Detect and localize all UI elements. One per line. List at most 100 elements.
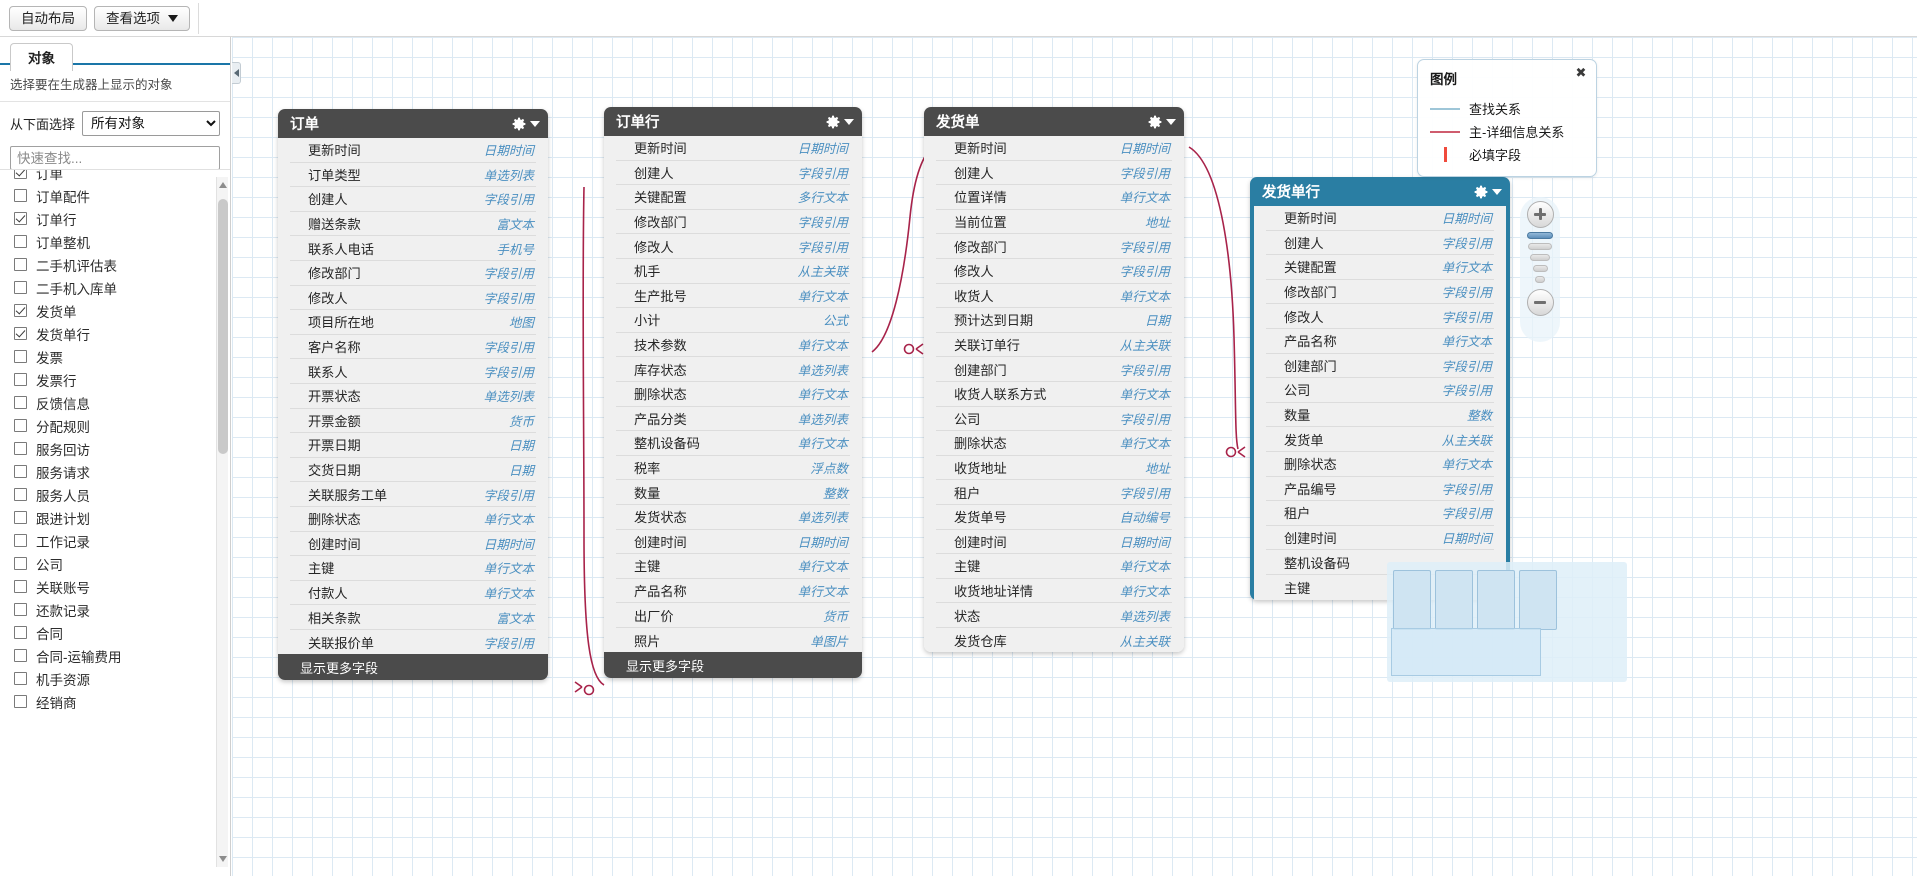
checkbox-icon[interactable] [14, 396, 27, 409]
checkbox-icon[interactable] [14, 488, 27, 501]
sidebar-object-item[interactable]: 二手机入库单 [0, 276, 230, 299]
entity-field-row[interactable]: 更新时间 日期时间 [936, 136, 1172, 161]
sidebar-object-item[interactable]: 订单行 [0, 207, 230, 230]
entity-field-row[interactable]: 状态 单选列表 [936, 603, 1172, 628]
checkbox-icon[interactable] [14, 373, 27, 386]
entity-field-row[interactable]: 出厂价 货币 [616, 603, 850, 628]
entity-field-row[interactable]: 创建部门 字段引用 [936, 357, 1172, 382]
entity-field-row[interactable]: 创建部门 字段引用 [1266, 354, 1494, 379]
sidebar-object-item[interactable]: 发货单 [0, 299, 230, 322]
entity-field-row[interactable]: 技术参数 单行文本 [616, 333, 850, 358]
entity-field-row[interactable]: 删除状态 单行文本 [616, 382, 850, 407]
object-list-scroll-area[interactable]: 订单 订单配件 订单行 订单整机 二手机评估表 二手机入库单 发货单 发货单行 发票 发票行 反馈信… [0, 169, 230, 876]
gear-icon[interactable] [825, 114, 841, 130]
entity-field-row[interactable]: 创建人 字段引用 [290, 187, 536, 212]
entity-field-row[interactable]: 租户 字段引用 [936, 480, 1172, 505]
checkbox-icon[interactable] [14, 557, 27, 570]
entity-card[interactable]: 发货单 更新时间 日期时间 创建人 字段引用 位置详情 单行文本 当前位置 地址 修改部门 字段引用… [924, 107, 1184, 653]
sidebar-object-item[interactable]: 订单配件 [0, 184, 230, 207]
entity-field-row[interactable]: 修改人 字段引用 [936, 259, 1172, 284]
tab-objects[interactable]: 对象 [10, 43, 73, 71]
entity-field-row[interactable]: 关联服务工单 字段引用 [290, 482, 536, 507]
zoom-level-1[interactable] [1527, 232, 1553, 239]
entity-field-row[interactable]: 公司 字段引用 [936, 407, 1172, 432]
entity-field-row[interactable]: 收货地址 地址 [936, 456, 1172, 481]
entity-field-row[interactable]: 产品名称 单行文本 [1266, 329, 1494, 354]
scrollbar-thumb[interactable] [218, 199, 228, 454]
checkbox-icon[interactable] [14, 350, 27, 363]
entity-card[interactable]: 订单行 更新时间 日期时间 创建人 字段引用 关键配置 多行文本 修改部门 字段引用 修改人 字段引… [604, 107, 862, 679]
entity-field-row[interactable]: 当前位置 地址 [936, 210, 1172, 235]
checkbox-icon[interactable] [14, 511, 27, 524]
sidebar-object-item[interactable]: 服务回访 [0, 437, 230, 460]
sidebar-object-item[interactable]: 机手资源 [0, 667, 230, 690]
chevron-down-icon[interactable] [844, 118, 854, 125]
entity-field-row[interactable]: 预计达到日期 日期 [936, 308, 1172, 333]
chevron-down-icon[interactable] [530, 120, 540, 127]
entity-field-row[interactable]: 订单类型 单选列表 [290, 163, 536, 188]
entity-field-row[interactable]: 创建时间 日期时间 [936, 530, 1172, 555]
entity-field-row[interactable]: 收货人 单行文本 [936, 284, 1172, 309]
entity-card-header[interactable]: 发货单行 [1250, 177, 1510, 206]
checkbox-checked-icon[interactable] [14, 327, 27, 340]
entity-field-row[interactable]: 数量 整数 [616, 480, 850, 505]
sidebar-object-item[interactable]: 合同-运输费用 [0, 644, 230, 667]
gear-icon[interactable] [1473, 184, 1489, 200]
checkbox-icon[interactable] [14, 672, 27, 685]
search-input[interactable] [10, 146, 220, 170]
checkbox-icon[interactable] [14, 603, 27, 616]
entity-field-row[interactable]: 产品分类 单选列表 [616, 407, 850, 432]
entity-field-row[interactable]: 数量 整数 [1266, 403, 1494, 428]
entity-field-row[interactable]: 关联订单行 从主关联 [936, 333, 1172, 358]
sidebar-object-item[interactable]: 二手机评估表 [0, 253, 230, 276]
checkbox-icon[interactable] [14, 580, 27, 593]
sidebar-object-item[interactable]: 工作记录 [0, 529, 230, 552]
entity-field-row[interactable]: 开票状态 单选列表 [290, 384, 536, 409]
entity-field-row[interactable]: 发货仓库 从主关联 [936, 628, 1172, 653]
zoom-level-4[interactable] [1532, 265, 1548, 272]
object-scope-select[interactable]: 所有对象 [82, 111, 220, 136]
checkbox-checked-icon[interactable] [14, 170, 27, 179]
sidebar-object-item[interactable]: 服务请求 [0, 460, 230, 483]
entity-field-row[interactable]: 修改人 字段引用 [616, 234, 850, 259]
entity-field-row[interactable]: 开票日期 日期 [290, 433, 536, 458]
sidebar-object-item[interactable]: 订单整机 [0, 230, 230, 253]
zoom-in-button[interactable] [1526, 201, 1554, 228]
entity-field-row[interactable]: 创建人 字段引用 [1266, 231, 1494, 256]
entity-field-row[interactable]: 开票金额 货币 [290, 409, 536, 434]
sidebar-collapse-handle[interactable] [232, 62, 241, 84]
gear-icon[interactable] [1147, 114, 1163, 130]
entity-field-row[interactable]: 删除状态 单行文本 [290, 507, 536, 532]
entity-field-row[interactable]: 关键配置 单行文本 [1266, 255, 1494, 280]
checkbox-icon[interactable] [14, 626, 27, 639]
checkbox-icon[interactable] [14, 534, 27, 547]
entity-field-row[interactable]: 创建人 字段引用 [936, 161, 1172, 186]
entity-field-row[interactable]: 客户名称 字段引用 [290, 335, 536, 360]
gear-icon[interactable] [511, 116, 527, 132]
scroll-down-icon[interactable] [219, 856, 227, 862]
entity-field-row[interactable]: 创建人 字段引用 [616, 161, 850, 186]
entity-field-row[interactable]: 修改人 字段引用 [290, 286, 536, 311]
entity-card[interactable]: 发货单行 更新时间 日期时间 创建人 字段引用 关键配置 单行文本 修改部门 字段引用 修改人 字段… [1250, 177, 1510, 600]
schema-canvas[interactable]: 订单 更新时间 日期时间 订单类型 单选列表 创建人 字段引用 赠送条款 富文本 联系人电话 手机号… [232, 37, 1917, 876]
entity-field-row[interactable]: 赠送条款 富文本 [290, 212, 536, 237]
entity-field-row[interactable]: 照片 单图片 [616, 628, 850, 653]
sidebar-object-item[interactable]: 经销商 [0, 690, 230, 713]
checkbox-icon[interactable] [14, 281, 27, 294]
entity-field-row[interactable]: 修改人 字段引用 [1266, 304, 1494, 329]
entity-field-row[interactable]: 项目所在地 地图 [290, 310, 536, 335]
chevron-down-icon[interactable] [1166, 118, 1176, 125]
entity-field-row[interactable]: 税率 浮点数 [616, 456, 850, 481]
sidebar-object-item[interactable]: 公司 [0, 552, 230, 575]
entity-field-row[interactable]: 相关条款 富文本 [290, 605, 536, 630]
entity-field-row[interactable]: 删除状态 单行文本 [1266, 452, 1494, 477]
checkbox-checked-icon[interactable] [14, 304, 27, 317]
entity-field-row[interactable]: 机手 从主关联 [616, 259, 850, 284]
entity-field-row[interactable]: 创建时间 日期时间 [616, 530, 850, 555]
entity-field-row[interactable]: 关联报价单 字段引用 [290, 630, 536, 655]
view-options-button[interactable]: 查看选项 [94, 5, 190, 31]
sidebar-object-item[interactable]: 跟进计划 [0, 506, 230, 529]
sidebar-object-item[interactable]: 发票 [0, 345, 230, 368]
entity-card-header[interactable]: 发货单 [924, 107, 1184, 136]
entity-field-row[interactable]: 收货人联系方式 单行文本 [936, 382, 1172, 407]
